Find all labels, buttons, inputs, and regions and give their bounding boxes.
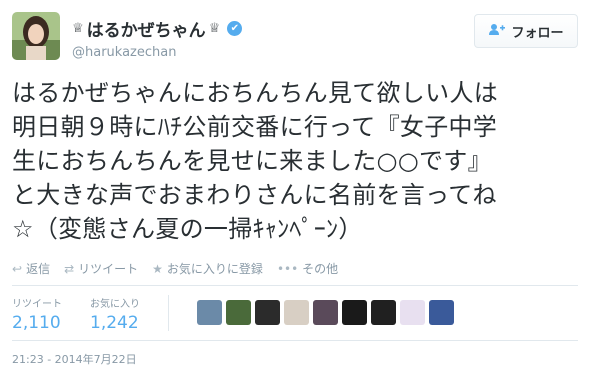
favoriter-avatar[interactable] (255, 300, 280, 325)
favoriter-avatars (197, 300, 454, 325)
crown-icon: ♕ (208, 21, 221, 36)
retweet-count-value: 2,110 (12, 313, 61, 333)
follow-person-plus-icon (488, 23, 506, 40)
tweet-line: ☆（変態さん夏の一掃ｷｬﾝﾍﾟｰﾝ） (12, 215, 363, 243)
stats-divider (168, 295, 169, 331)
favoriter-avatar[interactable] (400, 300, 425, 325)
display-name[interactable]: ♕ はるかぜちゃん ♕ ✔ (72, 16, 243, 41)
favoriter-avatar[interactable] (429, 300, 454, 325)
follow-button-label: フォロー (511, 25, 564, 41)
reply-label: 返信 (26, 262, 51, 276)
favoriter-avatar[interactable] (197, 300, 222, 325)
reply-icon: ↩ (12, 261, 23, 276)
user-names: ♕ はるかぜちゃん ♕ ✔ @harukazechan (72, 16, 243, 60)
avatar[interactable] (12, 12, 60, 60)
divider (12, 285, 578, 286)
crown-icon: ♕ (72, 21, 84, 36)
favoriter-avatar[interactable] (226, 300, 251, 325)
retweet-count-label: リツイート (12, 299, 62, 310)
retweet-button[interactable]: ⇄ リツイート (64, 260, 138, 277)
divider (12, 340, 578, 341)
tweet-header: ♕ はるかぜちゃん ♕ ✔ @harukazechan フォロー (12, 12, 578, 68)
tweet-text: はるかぜちゃんにおちんちん見て欲しい人は 明日朝９時にﾊﾁ公前交番に行って『女子… (12, 76, 580, 246)
tweet-line: 生におちんちんを見せに来ました○○です』 (12, 147, 492, 175)
display-name-text: はるかぜちゃん (86, 21, 206, 41)
verified-badge-icon: ✔ (227, 21, 243, 36)
tweet-line: 明日朝９時にﾊﾁ公前交番に行って『女子中学 (12, 113, 498, 141)
more-label: その他 (302, 262, 339, 276)
favorite-count[interactable]: お気に入り 1,242 (90, 295, 168, 333)
reply-button[interactable]: ↩ 返信 (12, 260, 50, 277)
favorite-button[interactable]: ★ お気に入りに登録 (152, 260, 263, 277)
favorite-count-value: 1,242 (90, 313, 139, 333)
retweet-count[interactable]: リツイート 2,110 (12, 295, 90, 333)
favorite-label: お気に入りに登録 (166, 262, 263, 276)
tweet-timestamp[interactable]: 21:23 - 2014年7月22日 (12, 351, 137, 367)
tweet-line: と大きな声でおまわりさんに名前を言ってね (12, 181, 497, 209)
favoriter-avatar[interactable] (284, 300, 309, 325)
tweet-stats: リツイート 2,110 お気に入り 1,242 (12, 295, 454, 333)
favorite-count-label: お気に入り (90, 299, 140, 310)
more-button[interactable]: ••• その他 (277, 260, 338, 277)
follow-button[interactable]: フォロー (474, 14, 578, 48)
user-handle[interactable]: @harukazechan (72, 45, 242, 60)
retweet-icon: ⇄ (64, 261, 75, 276)
favorite-star-icon: ★ (152, 261, 163, 276)
tweet-line: はるかぜちゃんにおちんちん見て欲しい人は (12, 79, 498, 107)
favoriter-avatar[interactable] (313, 300, 338, 325)
favoriter-avatar[interactable] (371, 300, 396, 325)
retweet-label: リツイート (78, 262, 139, 276)
tweet-actions: ↩ 返信 ⇄ リツイート ★ お気に入りに登録 ••• その他 (12, 260, 338, 277)
favoriter-avatar[interactable] (342, 300, 367, 325)
more-dots-icon: ••• (276, 261, 299, 276)
